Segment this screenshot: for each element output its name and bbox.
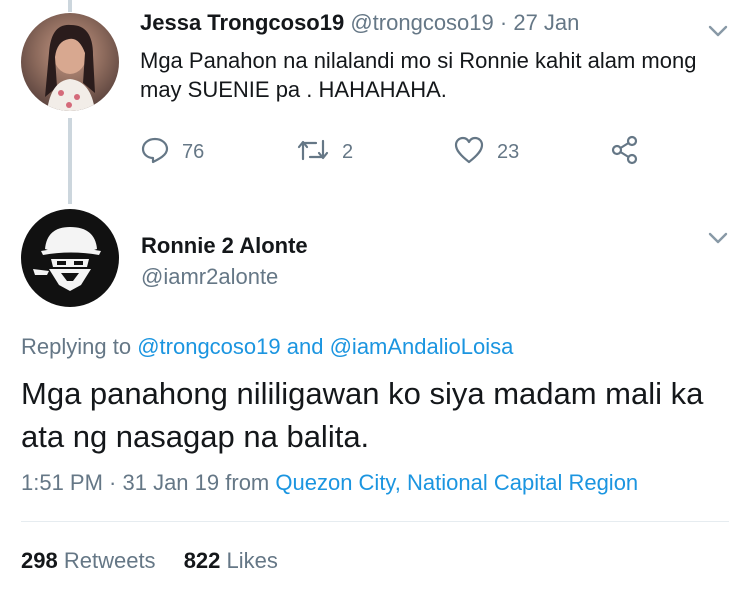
- replying-and[interactable]: and: [287, 334, 324, 359]
- tweet-date[interactable]: · 27 Jan: [500, 10, 580, 35]
- profile-photo-woman-icon: [45, 24, 95, 111]
- parent-author-line: Jessa Trongcoso19 @trongcoso19 · 27 Jan: [140, 10, 579, 36]
- replying-to: Replying to @trongcoso19 and @iamAndalio…: [21, 334, 513, 360]
- retweets-count: 298: [21, 548, 58, 573]
- retweet-count: 2: [342, 140, 354, 163]
- replying-prefix: Replying to: [21, 334, 132, 359]
- mention-link[interactable]: @trongcoso19: [137, 334, 280, 359]
- retweet-icon: [296, 135, 330, 170]
- thread-connector-top: [68, 0, 72, 12]
- share-icon: [609, 135, 641, 170]
- retweets-stat[interactable]: 298 Retweets: [21, 548, 156, 573]
- like-count: 23: [497, 140, 520, 163]
- tweet-time: 1:51 PM · 31 Jan 19: [21, 470, 220, 495]
- tweet-stats: 298 Retweets 822 Likes: [21, 548, 300, 574]
- reply-count: 76: [182, 140, 205, 163]
- author-name[interactable]: Jessa Trongcoso19: [140, 10, 344, 35]
- author-name[interactable]: Ronnie 2 Alonte: [141, 233, 308, 259]
- divider: [21, 521, 729, 522]
- author-handle[interactable]: @iamr2alonte: [141, 264, 278, 290]
- parent-tweet-text: Mga Panahon na nilalandi mo si Ronnie ka…: [140, 48, 697, 102]
- location-link[interactable]: Quezon City, National Capital Region: [275, 470, 638, 495]
- chevron-down-icon[interactable]: [706, 226, 730, 250]
- reply-button[interactable]: 76: [140, 136, 204, 168]
- tweet-timestamp: 1:51 PM · 31 Jan 19 from Quezon City, Na…: [21, 470, 638, 496]
- avatar[interactable]: [21, 209, 119, 307]
- reply-icon: [140, 135, 170, 170]
- likes-count: 822: [183, 548, 221, 573]
- mention-link[interactable]: @iamAndalioLoisa: [330, 334, 514, 359]
- thread-connector: [68, 118, 72, 204]
- likes-label: Likes: [226, 548, 278, 573]
- main-tweet-text: Mga panahong nililigawan ko siya madam m…: [21, 376, 704, 454]
- heart-icon: [453, 135, 485, 170]
- avatar[interactable]: [21, 13, 119, 111]
- masked-face-avatar-icon: [33, 227, 101, 291]
- like-button[interactable]: 23: [453, 136, 519, 168]
- retweets-label: Retweets: [63, 548, 156, 573]
- chevron-down-icon[interactable]: [706, 19, 730, 43]
- author-handle[interactable]: @trongcoso19: [350, 10, 493, 35]
- share-button[interactable]: [609, 135, 641, 170]
- from-label: from: [225, 470, 270, 495]
- likes-stat[interactable]: 822 Likes: [184, 548, 278, 573]
- retweet-button[interactable]: 2: [296, 136, 353, 168]
